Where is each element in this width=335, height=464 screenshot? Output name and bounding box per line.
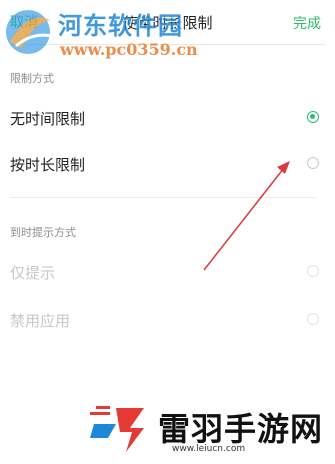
site-logo-icon bbox=[6, 10, 53, 54]
watermark-site-name: 河东软件园 bbox=[58, 11, 183, 40]
watermark-top: 河东软件园 www.pc0359.cn bbox=[0, 0, 200, 70]
watermark-brand-url: www.leiucn.com bbox=[172, 444, 246, 454]
watermark-bottom: 雷羽手游网 www.leiucn.com bbox=[0, 394, 335, 464]
brand-logo-icon bbox=[90, 406, 144, 452]
watermark-site-url: www.pc0359.cn bbox=[60, 40, 198, 59]
